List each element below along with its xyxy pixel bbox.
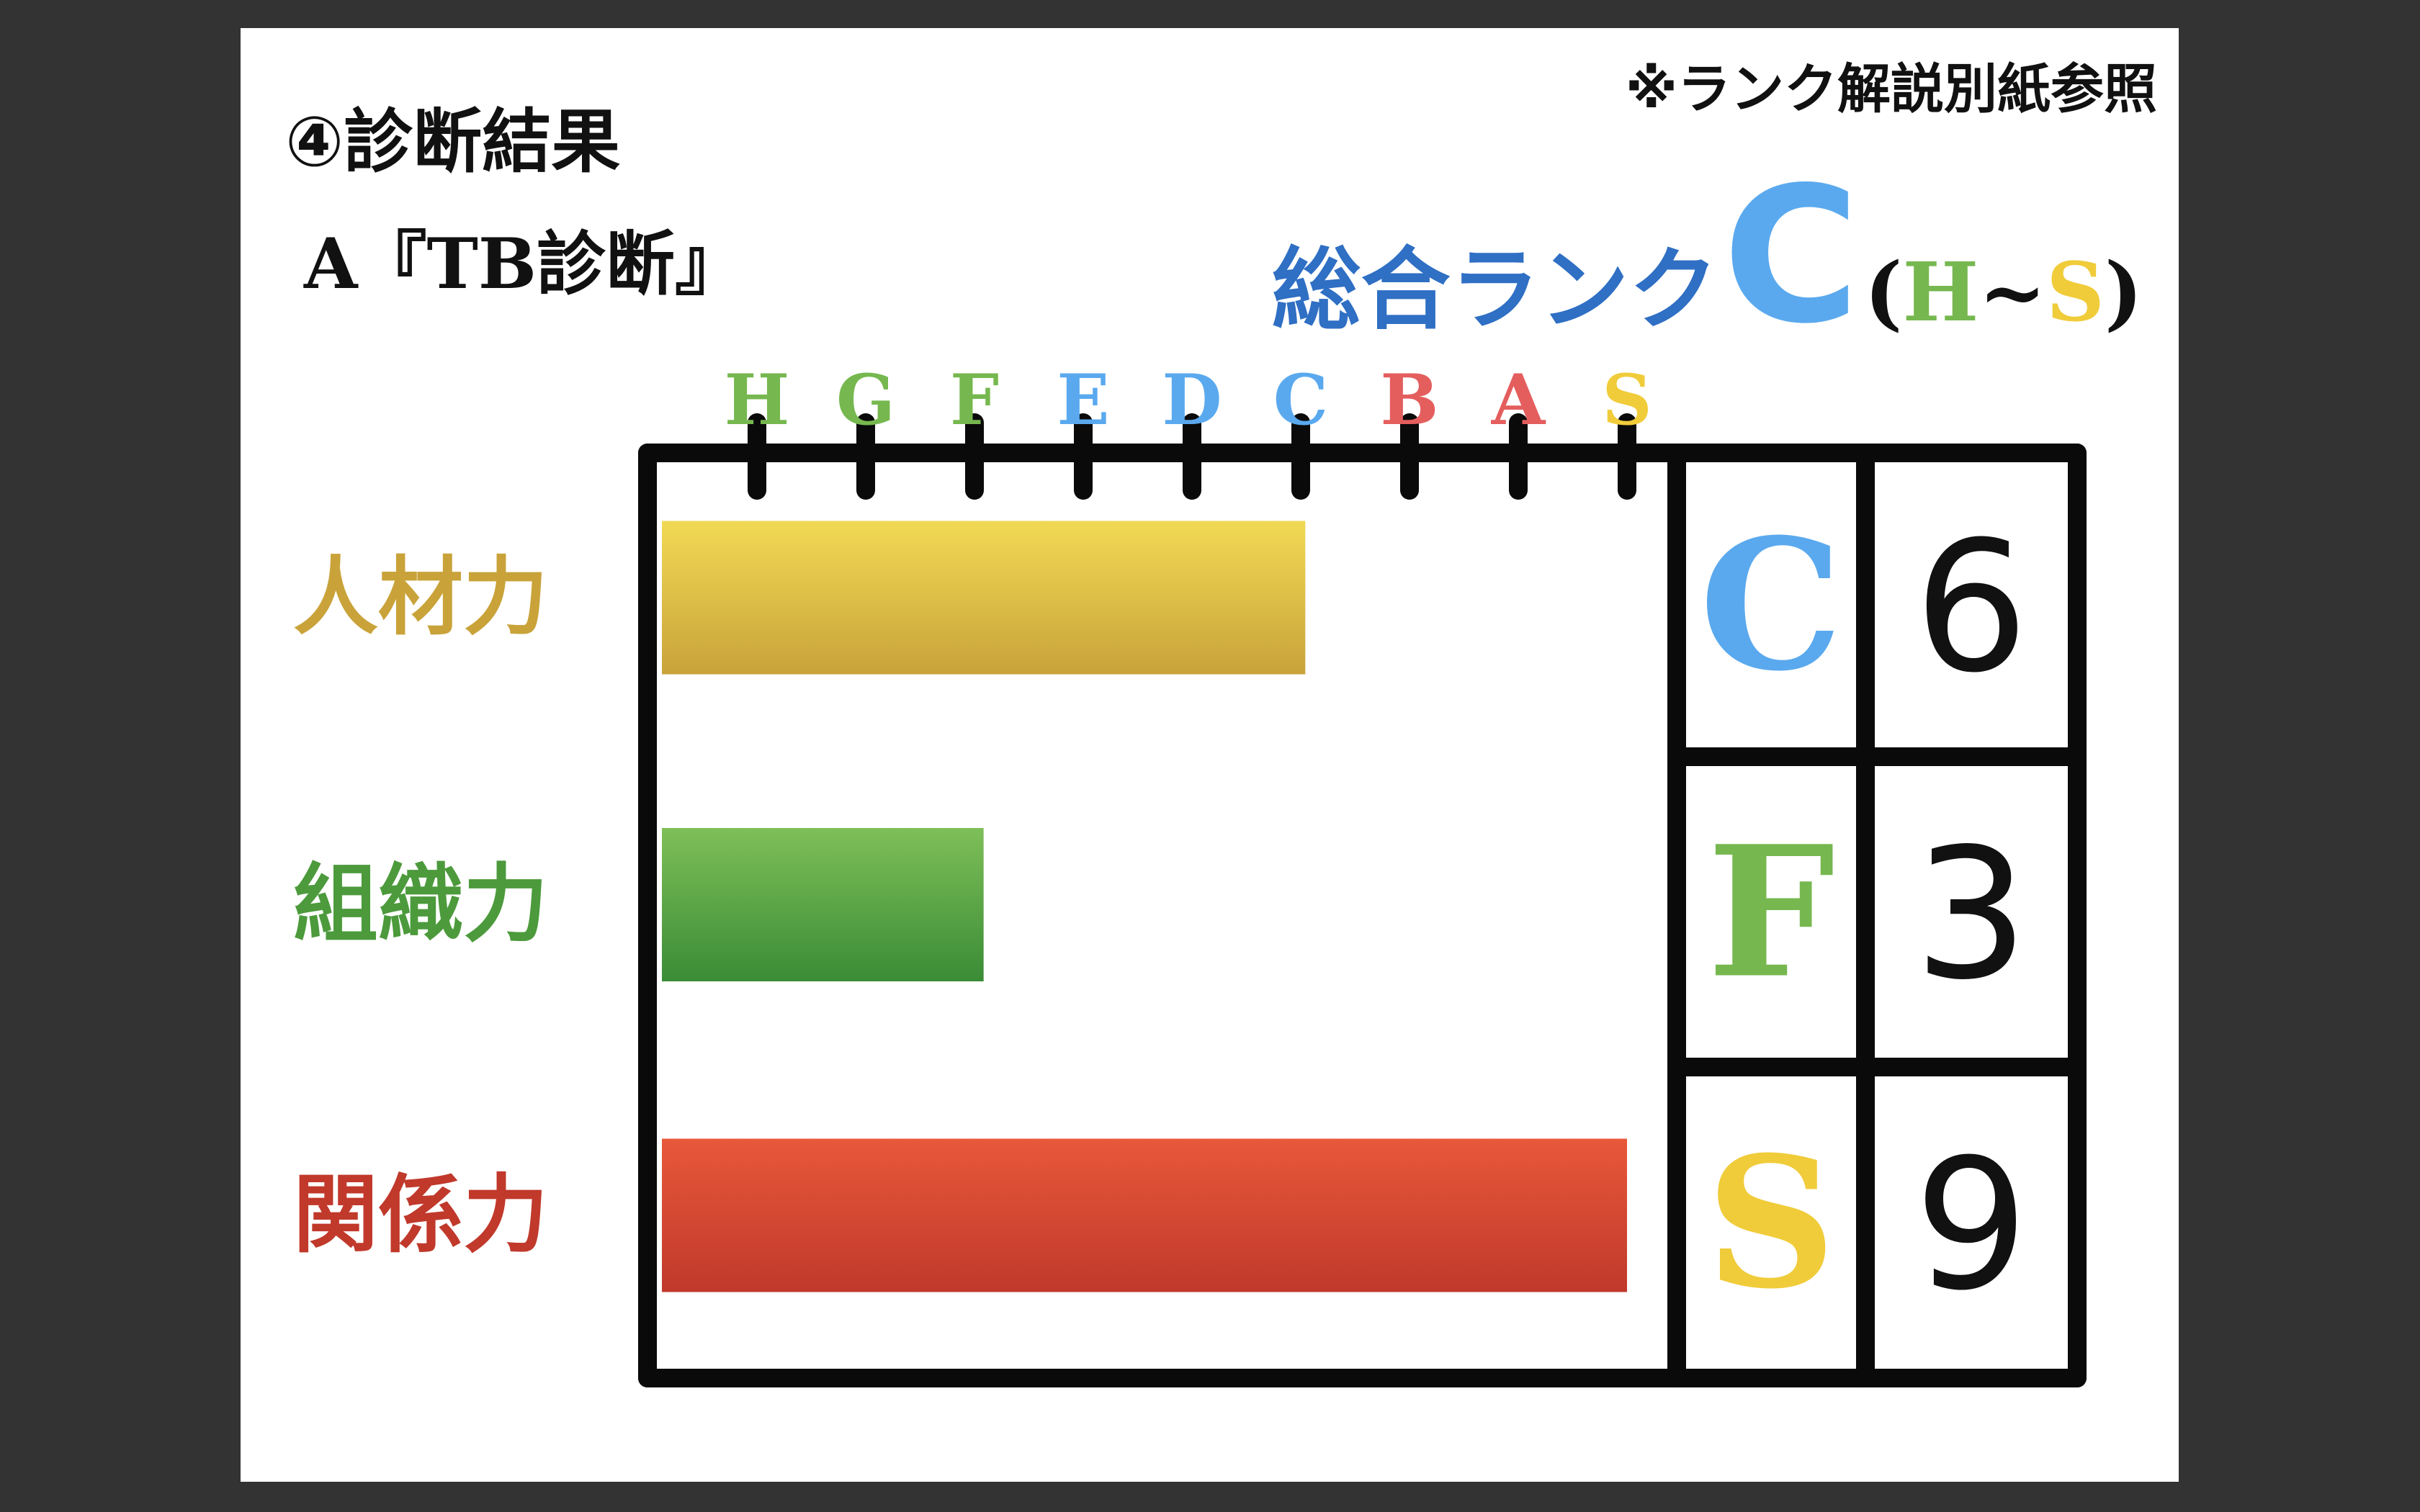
scale-tick-label: D (1162, 359, 1222, 441)
bar-3 (662, 1138, 1627, 1292)
category-label: 関係力 (293, 1165, 548, 1264)
scale-tick-label: A (1491, 359, 1546, 441)
score-cell-value: 6 (1914, 503, 2028, 712)
scale-tick-label: H (725, 359, 790, 441)
score-cell-value: 3 (1914, 810, 2028, 1020)
slide: ④診断結果 A『TB診断』 ※ランク解説別紙参照 総合ランク C (H~S) H… (241, 28, 2179, 1482)
scale-tick-label: B (1380, 359, 1438, 441)
rank-bar-chart: H G F E D C B A S人材力組織力関係力CFS639 (293, 359, 2087, 1387)
rank-cell-letter: F (1707, 806, 1835, 1018)
scale-tick-label: E (1057, 359, 1109, 441)
category-label: 組織力 (293, 855, 548, 954)
bar-2 (662, 828, 984, 981)
rank-cell-letter: S (1706, 1117, 1837, 1328)
rank-cell-letter: C (1700, 499, 1843, 711)
score-cell-value: 9 (1914, 1120, 2028, 1330)
bar-1 (662, 521, 1306, 675)
scale-tick-label: F (950, 359, 999, 441)
scale-tick-label: G (836, 359, 895, 441)
category-label: 人材力 (293, 547, 548, 647)
scale-tick-label: S (1602, 359, 1652, 441)
scale-tick-label: C (1273, 359, 1328, 441)
